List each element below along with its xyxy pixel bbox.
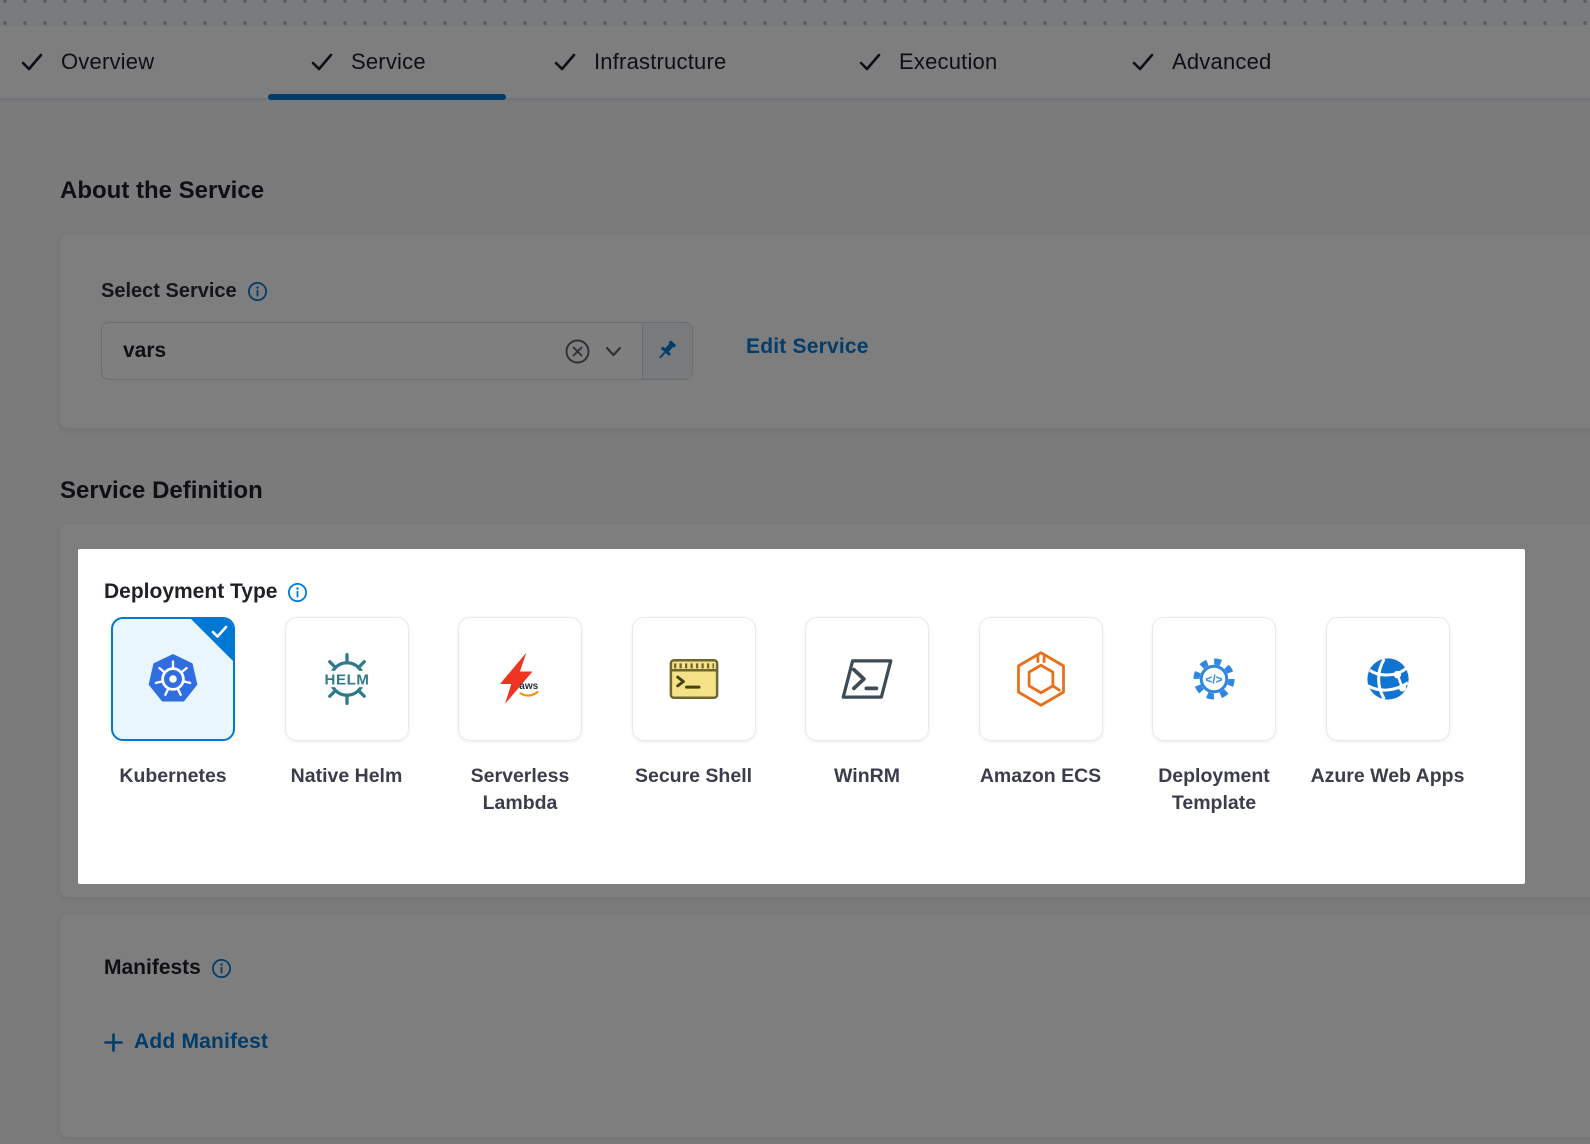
tab-service[interactable]: Service: [310, 26, 426, 98]
amazon-ecs-icon: [1011, 649, 1071, 709]
plus-icon: [104, 1033, 123, 1052]
deployment-type-label-azure-web-apps: Azure Web Apps: [1299, 763, 1477, 790]
info-icon[interactable]: [211, 958, 232, 979]
edit-service-link[interactable]: Edit Service: [746, 335, 869, 359]
tab-infrastructure[interactable]: Infrastructure: [553, 26, 726, 98]
selected-check-icon: [211, 625, 228, 644]
about-service-card: Select Service vars: [59, 233, 1590, 429]
manifests-card: Manifests Add Manifest: [59, 913, 1590, 1138]
deployment-type-tile[interactable]: [111, 617, 235, 741]
deployment-type-azure-web-apps[interactable]: Azure Web Apps: [1326, 617, 1450, 741]
deployment-type-amazon-ecs[interactable]: Amazon ECS: [979, 617, 1103, 741]
deployment-type-winrm[interactable]: WinRM: [805, 617, 929, 741]
serverless-lambda-icon: [490, 649, 550, 709]
clear-icon[interactable]: [564, 338, 591, 365]
pin-icon: [656, 339, 680, 363]
service-definition-card: Deployment Type KubernetesNative HelmSer…: [59, 523, 1590, 898]
deployment-type-tiles: Kubernetes Native Helm Serverless Lambda Se…: [111, 617, 1450, 741]
check-icon: [858, 51, 882, 73]
deployment-type-serverless-lambda[interactable]: Serverless Lambda: [458, 617, 582, 741]
deployment-type-label: Deployment Type: [104, 580, 277, 604]
tab-overview[interactable]: Overview: [20, 26, 154, 98]
about-service-heading: About the Service: [60, 177, 264, 205]
info-icon[interactable]: [247, 281, 268, 302]
deployment-type-tile[interactable]: [1152, 617, 1276, 741]
info-icon[interactable]: [287, 582, 308, 603]
deployment-type-label-serverless-lambda: Serverless Lambda: [431, 763, 609, 817]
tab-execution[interactable]: Execution: [858, 26, 997, 98]
deployment-type-tile[interactable]: [1326, 617, 1450, 741]
tab-label: Execution: [899, 49, 997, 75]
tab-label: Infrastructure: [594, 49, 726, 75]
deployment-type-tile[interactable]: [285, 617, 409, 741]
tab-label: Overview: [61, 49, 154, 75]
chevron-down-icon[interactable]: [605, 345, 622, 358]
check-icon: [310, 51, 334, 73]
service-definition-heading: Service Definition: [60, 477, 263, 505]
tab-label: Advanced: [1172, 49, 1271, 75]
deployment-type-label-amazon-ecs: Amazon ECS: [952, 763, 1130, 790]
select-service-label: Select Service: [101, 280, 237, 303]
deployment-type-tile[interactable]: [979, 617, 1103, 741]
service-select-value: vars: [102, 339, 564, 363]
pin-service-button[interactable]: [642, 322, 693, 380]
deployment-type-label-secure-shell: Secure Shell: [605, 763, 783, 790]
deployment-type-label-winrm: WinRM: [778, 763, 956, 790]
winrm-icon: [837, 649, 897, 709]
manifests-heading: Manifests: [104, 956, 201, 980]
deployment-type-label-native-helm: Native Helm: [258, 763, 436, 790]
service-select-group: vars: [101, 322, 693, 380]
check-icon: [1131, 51, 1155, 73]
tab-advanced[interactable]: Advanced: [1131, 26, 1271, 98]
deployment-template-icon: [1184, 649, 1244, 709]
deployment-type-tile[interactable]: [805, 617, 929, 741]
service-tab-content: About the Service Select Service vars: [0, 102, 1590, 1144]
deployment-type-native-helm[interactable]: Native Helm: [285, 617, 409, 741]
deployment-type-secure-shell[interactable]: Secure Shell: [632, 617, 756, 741]
stage-tabbar: Overview Service Infrastructure Execution Ad…: [0, 26, 1590, 100]
service-select[interactable]: vars: [101, 322, 642, 380]
deployment-type-deployment-template[interactable]: Deployment Template: [1152, 617, 1276, 741]
deployment-type-label-kubernetes: Kubernetes: [84, 763, 262, 790]
deployment-type-spotlight: Deployment Type KubernetesNative HelmSer…: [78, 549, 1525, 884]
tab-label: Service: [351, 49, 426, 75]
pipeline-canvas-strip: [0, 0, 1590, 26]
add-manifest-button[interactable]: Add Manifest: [104, 1030, 268, 1054]
deployment-type-label-deployment-template: Deployment Template: [1125, 763, 1303, 817]
native-helm-icon: [317, 649, 377, 709]
add-manifest-label: Add Manifest: [134, 1030, 268, 1054]
check-icon: [20, 51, 44, 73]
secure-shell-icon: [664, 649, 724, 709]
deployment-type-tile[interactable]: [458, 617, 582, 741]
azure-web-apps-icon: [1358, 649, 1418, 709]
deployment-type-tile[interactable]: [632, 617, 756, 741]
deployment-type-kubernetes[interactable]: Kubernetes: [111, 617, 235, 741]
check-icon: [553, 51, 577, 73]
